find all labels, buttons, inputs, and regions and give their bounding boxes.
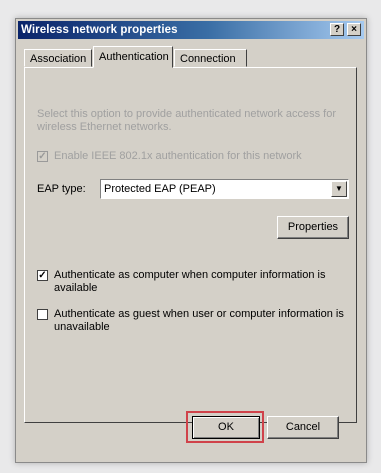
eap-type-label: EAP type:	[37, 183, 86, 195]
dialog-title: Wireless network properties	[21, 24, 178, 36]
enable-8021x-checkbox[interactable]: ✓	[37, 151, 48, 162]
check-mark-icon: ✓	[38, 151, 47, 162]
title-bar[interactable]: Wireless network properties ? ×	[18, 21, 364, 39]
wireless-properties-dialog: Wireless network properties ? × Associat…	[15, 18, 367, 463]
eap-type-value: Protected EAP (PEAP)	[104, 183, 216, 195]
help-button[interactable]: ?	[330, 23, 344, 36]
enable-8021x-label: Enable IEEE 802.1x authentication for th…	[54, 150, 302, 162]
auth-as-computer-label: Authenticate as computer when computer i…	[54, 269, 326, 294]
authentication-panel: Select this option to provide authentica…	[24, 67, 357, 423]
tab-authentication[interactable]: Authentication	[93, 46, 173, 68]
tab-connection[interactable]: Connection	[174, 49, 247, 67]
ok-button-highlight	[186, 411, 264, 443]
check-mark-icon: ✓	[38, 270, 47, 281]
tab-association[interactable]: Association	[24, 49, 92, 67]
close-button[interactable]: ×	[347, 23, 361, 36]
auth-as-guest-checkbox[interactable]	[37, 309, 48, 320]
intro-text: Select this option to provide authentica…	[37, 108, 337, 133]
auth-as-guest-label: Authenticate as guest when user or compu…	[54, 308, 344, 333]
dropdown-arrow-icon[interactable]: ▼	[331, 181, 347, 197]
eap-type-select[interactable]: Protected EAP (PEAP) ▼	[100, 179, 349, 199]
cancel-button[interactable]: Cancel	[267, 416, 339, 439]
properties-button[interactable]: Properties	[277, 216, 349, 239]
auth-as-computer-checkbox[interactable]: ✓	[37, 270, 48, 281]
